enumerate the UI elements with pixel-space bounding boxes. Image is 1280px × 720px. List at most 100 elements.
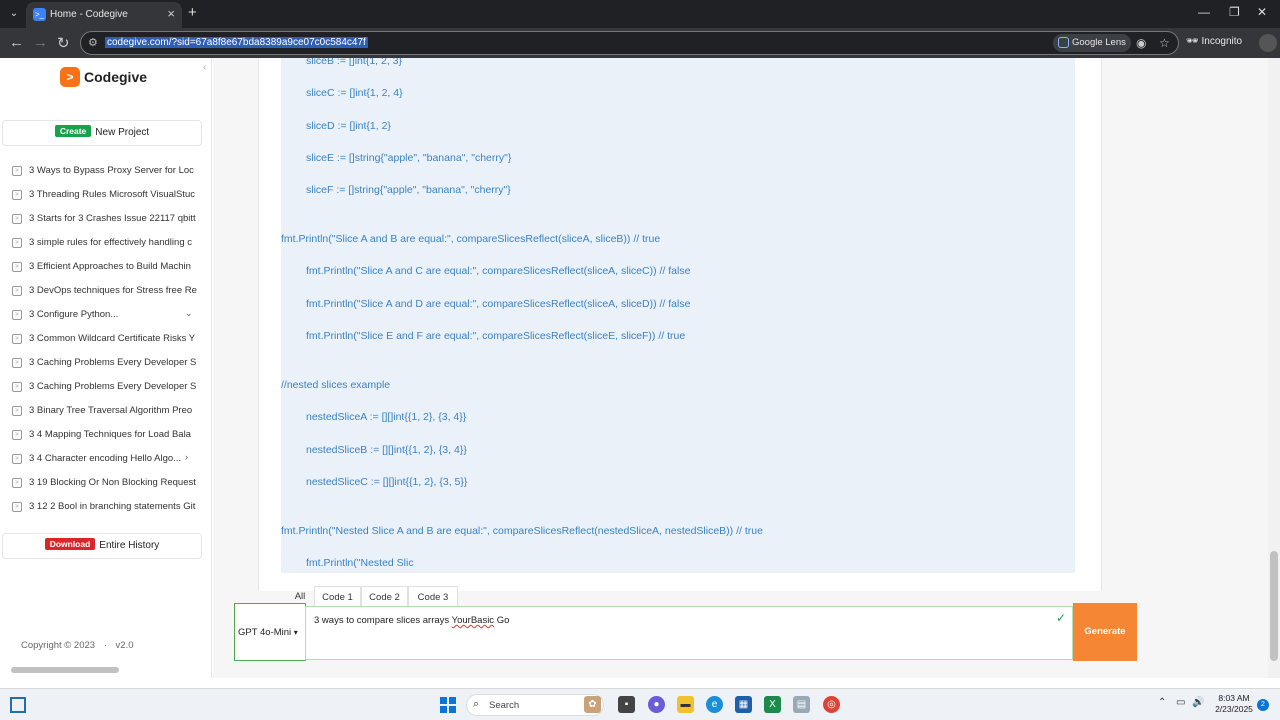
new-tab-icon[interactable]: + bbox=[188, 4, 197, 21]
google-lens-label: Google Lens bbox=[1072, 37, 1126, 48]
tab-code-1[interactable]: Code 1 bbox=[314, 586, 361, 608]
tab-code-2[interactable]: Code 2 bbox=[361, 586, 408, 608]
chrome-icon[interactable]: ◎ bbox=[823, 696, 840, 713]
chat-icon[interactable]: ● bbox=[648, 696, 665, 713]
browser-menu-icon[interactable] bbox=[1259, 34, 1277, 52]
document-icon: > bbox=[12, 454, 22, 464]
history-item[interactable]: >3 DevOps techniques for Stress free Re bbox=[0, 280, 212, 304]
close-tab-icon[interactable]: × bbox=[167, 7, 175, 21]
horizontal-scrollbar[interactable] bbox=[11, 667, 119, 673]
scrollbar-thumb[interactable] bbox=[1270, 551, 1278, 661]
back-icon[interactable]: ← bbox=[9, 34, 24, 51]
reload-icon[interactable]: ↻ bbox=[57, 34, 70, 52]
bookmark-star-icon[interactable]: ☆ bbox=[1159, 36, 1170, 50]
close-window-icon[interactable]: ✕ bbox=[1257, 5, 1267, 19]
history-item[interactable]: >3 4 Mapping Techniques for Load Bala bbox=[0, 424, 212, 448]
code-line: sliceB := []int{1, 2, 3} bbox=[306, 58, 403, 67]
version-text: v2.0 bbox=[115, 640, 134, 651]
address-bar[interactable]: ⚙ codegive.com/?sid=67a8f8e67bda8389a9ce… bbox=[80, 31, 1179, 55]
incognito-indicator[interactable]: 🕶 Incognito bbox=[1186, 36, 1242, 47]
vertical-scrollbar[interactable] bbox=[1268, 58, 1280, 678]
code-line: fmt.Println("Slice E and F are equal:", … bbox=[306, 330, 686, 342]
history-item[interactable]: >3 12 2 Bool in branching statements Git bbox=[0, 496, 212, 520]
chevron-up-icon[interactable]: ⌃ bbox=[1158, 697, 1166, 708]
prompt-text-prefix: 3 ways to compare slices arrays bbox=[314, 615, 452, 626]
logo-icon: > bbox=[60, 67, 80, 87]
google-lens-button[interactable]: Google Lens bbox=[1053, 34, 1131, 52]
excel-icon[interactable]: X bbox=[764, 696, 781, 713]
history-item[interactable]: >3 4 Character encoding Hello Algo... › bbox=[0, 448, 212, 472]
history-item[interactable]: >3 Binary Tree Traversal Algorithm Preo bbox=[0, 400, 212, 424]
history-item[interactable]: >3 Starts for 3 Crashes Issue 22117 qbit… bbox=[0, 208, 212, 232]
browser-tab[interactable]: >_ Home - Codegive × bbox=[26, 2, 182, 28]
main-content: sliceB := []int{1, 2, 3} sliceC := []int… bbox=[213, 58, 1268, 678]
history-item[interactable]: >3 Configure Python... ⌄ bbox=[0, 304, 212, 328]
network-icon[interactable]: ▭ bbox=[1176, 697, 1185, 708]
url-text[interactable]: codegive.com/?sid=67a8f8e67bda8389a9ce07… bbox=[105, 37, 368, 48]
search-highlight-icon[interactable]: ✿ bbox=[584, 696, 601, 713]
history-item[interactable]: >3 simple rules for effectively handling… bbox=[0, 232, 212, 256]
taskbar-search-placeholder: Search bbox=[489, 700, 520, 711]
document-icon: > bbox=[12, 406, 22, 416]
forward-icon[interactable]: → bbox=[33, 34, 48, 51]
windows-start-icon[interactable] bbox=[440, 697, 456, 713]
search-icon: ⌕ bbox=[473, 698, 480, 710]
history-item-label: 3 Ways to Bypass Proxy Server for Loc bbox=[29, 165, 194, 176]
widgets-icon[interactable] bbox=[10, 697, 26, 713]
document-icon: > bbox=[12, 262, 22, 272]
history-item-label: 3 Threading Rules Microsoft VisualStuc bbox=[29, 189, 195, 200]
history-item[interactable]: >3 Caching Problems Every Developer S bbox=[0, 352, 212, 376]
history-item-label: 3 DevOps techniques for Stress free Re bbox=[29, 285, 197, 296]
history-item[interactable]: >3 Common Wildcard Certificate Risks Y bbox=[0, 328, 212, 352]
prompt-text-misspelled: YourBasic bbox=[451, 615, 495, 626]
collapse-sidebar-icon[interactable]: ‹ bbox=[203, 62, 206, 73]
generate-button[interactable]: Generate bbox=[1073, 603, 1137, 661]
app-icon[interactable]: ▤ bbox=[793, 696, 810, 713]
history-item[interactable]: >3 Ways to Bypass Proxy Server for Loc bbox=[0, 160, 212, 184]
history-item[interactable]: >3 Caching Problems Every Developer S bbox=[0, 376, 212, 400]
edge-icon[interactable]: e bbox=[706, 696, 723, 713]
chevron-down-icon[interactable]: ⌄ bbox=[185, 308, 193, 319]
code-line: sliceF := []string{"apple", "banana", "c… bbox=[306, 184, 511, 196]
tab-code-3[interactable]: Code 3 bbox=[408, 586, 458, 608]
code-line: //nested slices example bbox=[281, 379, 391, 391]
notification-badge[interactable]: 2 bbox=[1257, 699, 1269, 711]
prompt-textarea[interactable]: 3 ways to compare slices arrays YourBasi… bbox=[305, 606, 1073, 660]
code-line: fmt.Println("Nested Slice A and B are eq… bbox=[281, 525, 763, 537]
minimize-icon[interactable]: — bbox=[1198, 5, 1210, 19]
history-item-label: 3 Configure Python... bbox=[29, 309, 119, 320]
history-item[interactable]: >3 Threading Rules Microsoft VisualStuc bbox=[0, 184, 212, 208]
tab-search-icon[interactable]: ⌄ bbox=[6, 6, 22, 22]
tab-title: Home - Codegive bbox=[50, 9, 128, 20]
document-icon: > bbox=[12, 358, 22, 368]
taskbar: ⌕ Search ✿ ▪ ● ▬ e ▦ X ▤ ◎ ⌃ ▭ 🔊 8:03 AM… bbox=[0, 688, 1280, 720]
history-item-label: 3 Efficient Approaches to Build Machin bbox=[29, 261, 191, 272]
model-select[interactable]: GPT 4o-Mini ▾ bbox=[234, 603, 306, 661]
history-item-label: 3 4 Mapping Techniques for Load Bala bbox=[29, 429, 191, 440]
download-pill: Download bbox=[44, 538, 96, 550]
task-view-icon[interactable]: ▪ bbox=[618, 696, 635, 713]
clock[interactable]: 8:03 AM 2/23/2025 bbox=[1210, 693, 1258, 715]
history-item[interactable]: >3 19 Blocking Or Non Blocking Request bbox=[0, 472, 212, 496]
new-project-button[interactable]: Create New Project bbox=[2, 120, 202, 146]
logo-text: Codegive bbox=[84, 69, 148, 85]
volume-icon[interactable]: 🔊 bbox=[1192, 697, 1204, 708]
browser-tab-bar: ⌄ >_ Home - Codegive × + — ❐ ✕ bbox=[0, 0, 1280, 28]
history-item[interactable]: >3 Efficient Approaches to Build Machin bbox=[0, 256, 212, 280]
document-icon: > bbox=[12, 502, 22, 512]
prompt-text-suffix: Go bbox=[494, 615, 510, 626]
code-line: sliceC := []int{1, 2, 4} bbox=[306, 87, 403, 99]
restore-icon[interactable]: ❐ bbox=[1229, 5, 1240, 19]
site-settings-icon[interactable]: ⚙ bbox=[88, 36, 102, 50]
eye-off-icon[interactable]: ◉ bbox=[1136, 36, 1146, 50]
incognito-icon: 🕶 bbox=[1186, 36, 1199, 47]
history-item-label: 3 Common Wildcard Certificate Risks Y bbox=[29, 333, 196, 344]
chevron-right-icon[interactable]: › bbox=[185, 452, 188, 462]
history-item-label: 3 Starts for 3 Crashes Issue 22117 qbitt bbox=[29, 213, 196, 224]
download-history-button[interactable]: Download Entire History bbox=[2, 533, 202, 559]
file-explorer-icon[interactable]: ▬ bbox=[677, 696, 694, 713]
history-item-label: 3 Caching Problems Every Developer S bbox=[29, 381, 197, 392]
store-icon[interactable]: ▦ bbox=[735, 696, 752, 713]
document-icon: > bbox=[12, 214, 22, 224]
footer: Copyright © 2023 · v2.0 bbox=[21, 640, 134, 651]
